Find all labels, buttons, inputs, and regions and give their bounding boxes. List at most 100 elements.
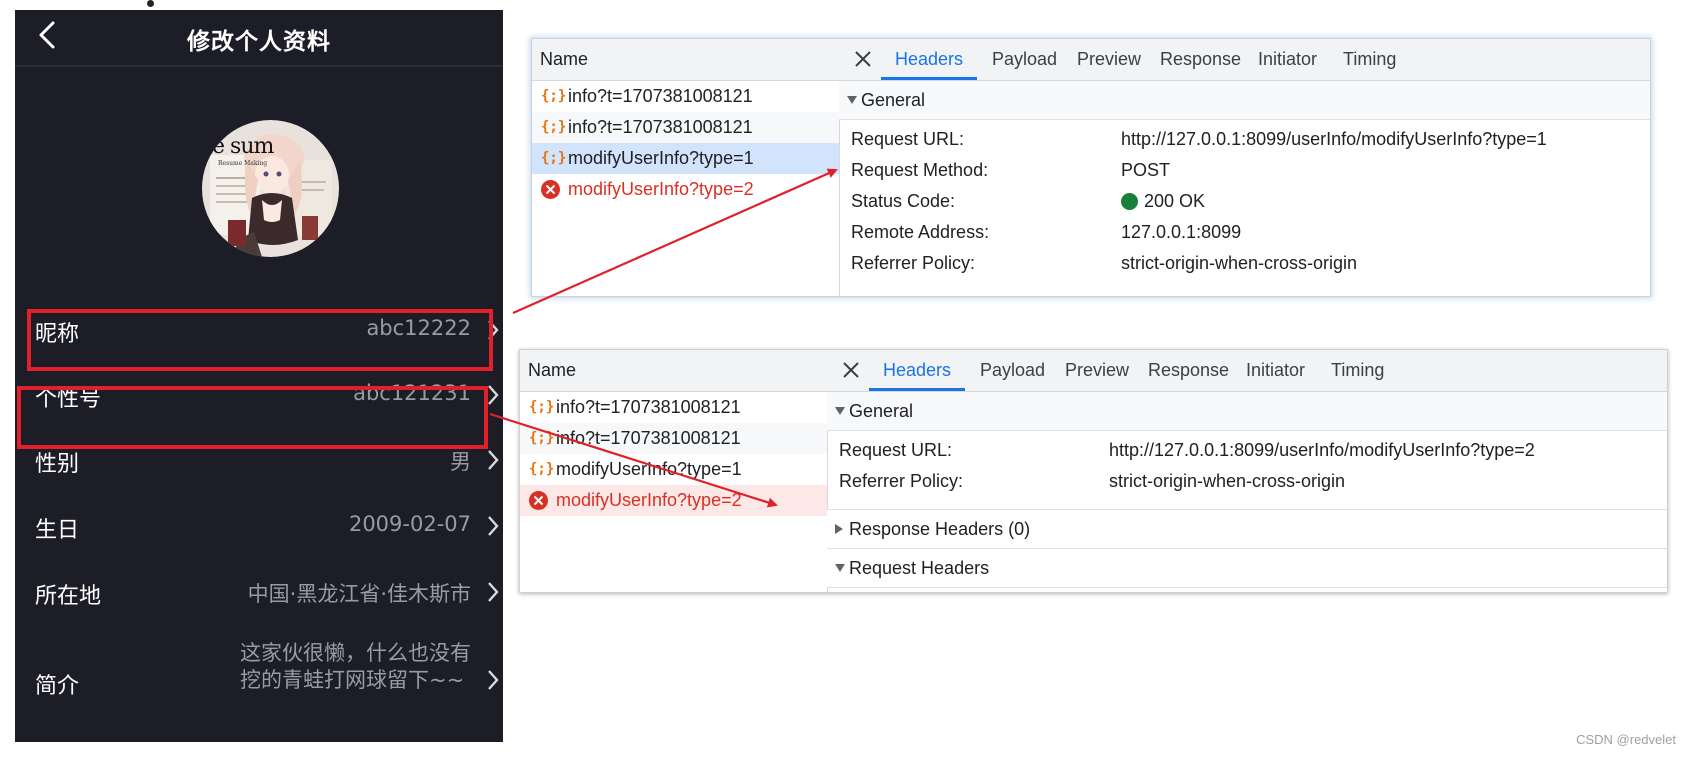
gender-row[interactable]: 性别 男 [15, 430, 503, 490]
chevron-right-icon [488, 582, 499, 602]
bio-line-2: 挖的青蛙打网球留下~~ [240, 668, 465, 692]
nickname-row[interactable]: 昵称 abc12222 [15, 300, 503, 360]
request-name: info?t=1707381008121 [556, 397, 741, 417]
request-row-error-selected[interactable]: modifyUserInfo?type=2 [520, 485, 827, 516]
request-row[interactable]: {;} info?t=1707381008121 [520, 423, 827, 454]
request-name: modifyUserInfo?type=2 [568, 179, 754, 199]
request-row-selected[interactable]: {;} modifyUserInfo?type=1 [532, 143, 839, 174]
location-row[interactable]: 所在地 中国·黑龙江省·佳木斯市 [15, 562, 503, 622]
tab-headers[interactable]: Headers [869, 350, 966, 391]
name-column-header[interactable]: Name [520, 350, 827, 392]
error-icon [529, 491, 548, 510]
tab-timing[interactable]: Timing [1331, 350, 1384, 391]
row-value-bio: 这家伙很懒，什么也没有 挖的青蛙打网球留下~~ [240, 640, 471, 694]
field-value: http://127.0.0.1:8099/userInfo/modifyUse… [1121, 129, 1547, 149]
avatar[interactable]: le sum Resume Making [202, 120, 339, 257]
field-key: Remote Address: [851, 222, 990, 242]
xhr-icon: {;} [529, 430, 555, 446]
row-value-location: 中国·黑龙江省·佳木斯市 [247, 582, 471, 606]
request-name: info?t=1707381008121 [568, 117, 753, 137]
request-name: modifyUserInfo?type=1 [556, 459, 742, 479]
field-value: 127.0.0.1:8099 [1121, 222, 1242, 242]
row-label-gender: 性别 [35, 452, 80, 477]
field-value: 200 OK [1144, 191, 1206, 211]
detail-tabs: Headers Payload Preview Response Initiat… [839, 39, 1650, 81]
section-title: Request Headers [849, 558, 990, 578]
request-name: info?t=1707381008121 [556, 428, 741, 448]
request-row[interactable]: {;} info?t=1707381008121 [532, 112, 839, 143]
field-referrer-policy: Referrer Policy: strict-origin-when-cros… [839, 248, 1650, 279]
status-value: 200 OK [1121, 186, 1205, 217]
field-request-method: Request Method: POST [839, 155, 1650, 186]
field-key: Request URL: [839, 440, 953, 460]
general-section-header[interactable]: General [839, 81, 1650, 120]
field-status-code: Status Code: 200 OK [839, 186, 1650, 217]
avatar-caption: Resume Making [218, 160, 268, 167]
request-detail: Headers Payload Preview Response Initiat… [839, 39, 1650, 296]
field-request-url: Request URL: http://127.0.0.1:8099/userI… [827, 435, 1667, 466]
row-value-gender: 男 [450, 450, 471, 474]
field-key: Status Code: [851, 191, 956, 211]
chevron-right-icon [488, 385, 499, 405]
watermark: CSDN @redvelet [1576, 732, 1676, 747]
field-value: strict-origin-when-cross-origin [1109, 471, 1346, 491]
signature-id-row[interactable]: 个性号 abc121231 [15, 365, 503, 425]
section-title: Response Headers (0) [849, 519, 1031, 539]
tab-timing[interactable]: Timing [1343, 39, 1396, 80]
xhr-icon: {;} [529, 399, 555, 415]
field-request-url: Request URL: http://127.0.0.1:8099/userI… [839, 124, 1650, 155]
request-row[interactable]: {;} info?t=1707381008121 [520, 392, 827, 423]
request-row-error[interactable]: modifyUserInfo?type=2 [532, 174, 839, 205]
field-value: POST [1121, 160, 1171, 180]
xhr-icon: {;} [529, 461, 555, 477]
field-referrer-policy: Referrer Policy: strict-origin-when-cros… [827, 466, 1667, 497]
chevron-right-icon [488, 320, 499, 340]
page-title: 修改个人资料 [187, 29, 331, 55]
tab-payload[interactable]: Payload [992, 39, 1057, 80]
field-key: Referrer Policy: [839, 471, 964, 491]
close-icon[interactable] [853, 49, 873, 69]
section-title: General [849, 401, 914, 421]
tab-response[interactable]: Response [1148, 350, 1229, 391]
field-remote-address: Remote Address: 127.0.0.1:8099 [839, 217, 1650, 248]
request-row[interactable]: {;} info?t=1707381008121 [532, 81, 839, 112]
request-row[interactable]: {;} modifyUserInfo?type=1 [520, 454, 827, 485]
birthday-row[interactable]: 生日 2009-02-07 [15, 496, 503, 556]
status-ok-icon [1121, 193, 1138, 210]
field-value: http://127.0.0.1:8099/userInfo/modifyUse… [1109, 440, 1535, 460]
field-key: Request Method: [851, 160, 989, 180]
request-headers-section[interactable]: Request Headers [827, 549, 1667, 588]
tab-payload[interactable]: Payload [980, 350, 1045, 391]
field-key: Referrer Policy: [851, 253, 976, 273]
collapse-triangle-icon [847, 96, 857, 104]
tab-preview[interactable]: Preview [1077, 39, 1141, 80]
request-list: Name {;} info?t=1707381008121 {;} info?t… [520, 350, 828, 592]
request-list: Name {;} info?t=1707381008121 {;} info?t… [532, 39, 840, 296]
mobile-header: 修改个人资料 [15, 10, 503, 67]
collapse-triangle-icon [835, 564, 845, 572]
row-label-signature-id: 个性号 [35, 387, 102, 412]
section-title: General [861, 90, 926, 110]
tab-initiator[interactable]: Initiator [1258, 39, 1317, 80]
xhr-icon: {;} [541, 150, 567, 166]
close-icon[interactable] [841, 360, 861, 380]
response-headers-section[interactable]: Response Headers (0) [827, 510, 1667, 549]
tab-initiator[interactable]: Initiator [1246, 350, 1305, 391]
xhr-icon: {;} [541, 119, 567, 135]
error-icon [541, 180, 560, 199]
chevron-right-icon [488, 670, 499, 690]
name-column-header[interactable]: Name [532, 39, 839, 81]
row-value-birthday: 2009-02-07 [348, 512, 471, 536]
general-section-header[interactable]: General [827, 392, 1667, 431]
tab-preview[interactable]: Preview [1065, 350, 1129, 391]
cursor-dot [147, 0, 154, 7]
bio-row[interactable]: 简介 这家伙很懒，什么也没有 挖的青蛙打网球留下~~ [15, 640, 503, 720]
devtools-network-panel-2: Name {;} info?t=1707381008121 {;} info?t… [519, 349, 1668, 593]
row-label-birthday: 生日 [35, 518, 80, 543]
detail-tabs: Headers Payload Preview Response Initiat… [827, 350, 1667, 392]
tab-headers[interactable]: Headers [881, 39, 978, 80]
tab-response[interactable]: Response [1160, 39, 1241, 80]
avatar-overlay-text: le sum [206, 134, 274, 159]
mobile-profile-screen: 修改个人资料 le sum Resume Making 昵称 abc12222 … [15, 10, 503, 742]
expand-triangle-icon [835, 524, 843, 534]
